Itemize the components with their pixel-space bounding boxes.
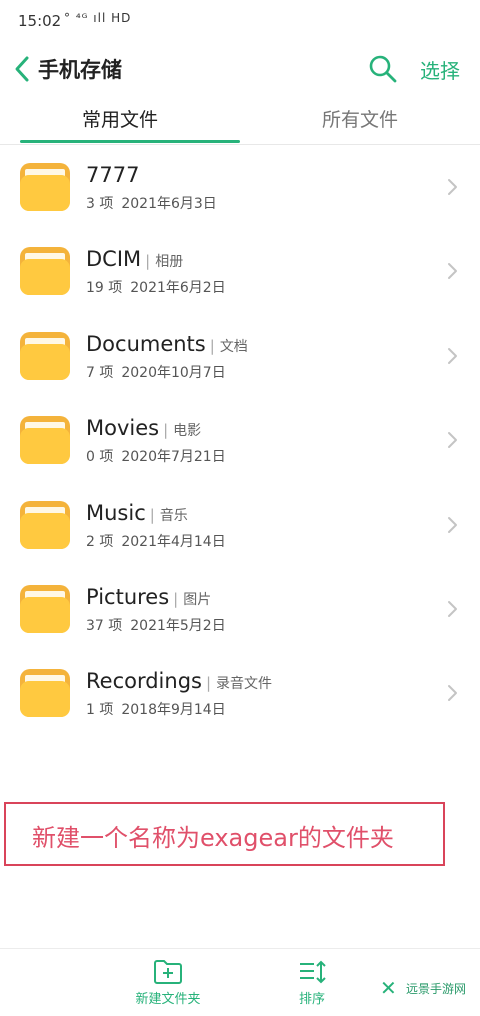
back-button[interactable] [10, 54, 36, 84]
folder-icon [20, 416, 70, 465]
folder-meta: 19 项 2021年6月2日 [86, 277, 226, 297]
chevron-right-icon [448, 347, 457, 364]
folder-item-7777[interactable]: 7777 3 项 2021年6月3日 [0, 145, 480, 229]
folder-icon [20, 247, 70, 296]
modified-date: 2021年5月2日 [130, 617, 226, 634]
folder-meta: 7 项 2020年10月7日 [86, 362, 226, 382]
folder-meta: 1 项 2018年9月14日 [86, 699, 226, 719]
watermark-x-icon: ✕ [380, 976, 397, 1000]
modified-date: 2021年6月3日 [121, 196, 217, 212]
sort-icon [300, 960, 326, 984]
folder-name: Movies | 电影 [86, 416, 202, 441]
folder-name: Documents | 文档 [86, 331, 248, 356]
folder-icon [20, 669, 70, 718]
folder-item-recordings[interactable]: Recordings | 录音文件 1 项 2018年9月14日 [0, 651, 480, 735]
item-count: 2 项 [86, 533, 114, 550]
item-count: 37 项 [86, 617, 123, 634]
tab-active-indicator [20, 140, 240, 143]
folder-subtitle: 文档 [219, 338, 248, 355]
chevron-right-icon [448, 685, 457, 702]
watermark-text: 远景手游网 [406, 982, 467, 996]
instruction-annotation: 新建一个名称为exagear的文件夹 [4, 802, 445, 866]
page-title: 手机存储 [38, 58, 122, 82]
folder-subtitle: 录音文件 [216, 676, 273, 693]
modified-date: 2020年7月21日 [121, 449, 226, 466]
search-button[interactable] [366, 52, 400, 86]
app-header: 手机存储 选择 [0, 44, 480, 94]
folder-meta: 3 项 2021年6月3日 [86, 193, 217, 213]
annotation-text: 新建一个名称为exagear的文件夹 [32, 824, 394, 852]
chevron-right-icon [448, 432, 457, 449]
back-arrow-icon [15, 56, 29, 82]
item-count: 3 项 [86, 196, 114, 212]
modified-date: 2020年10月7日 [121, 364, 226, 381]
tab-bar: 常用文件 所有文件 [0, 100, 480, 145]
folder-item-movies[interactable]: Movies | 电影 0 项 2020年7月21日 [0, 398, 480, 482]
folder-item-documents[interactable]: Documents | 文档 7 项 2020年10月7日 [0, 314, 480, 398]
item-count: 19 项 [86, 280, 123, 297]
item-count: 1 项 [86, 702, 114, 719]
folder-subtitle: 电影 [173, 423, 202, 440]
folder-subtitle: 音乐 [159, 507, 188, 524]
folder-list: 7777 3 项 2021年6月3日 DCIM | 相册 19 项 2021年6月2日 … [0, 145, 480, 736]
modified-date: 2021年4月14日 [121, 533, 226, 550]
folder-meta: 2 项 2021年4月14日 [86, 531, 226, 551]
folder-meta: 0 项 2020年7月21日 [86, 446, 226, 466]
tab-common-files[interactable]: 常用文件 [0, 100, 240, 144]
status-time: 15:02 [18, 12, 62, 30]
chevron-right-icon [448, 263, 457, 280]
folder-name: Pictures | 图片 [86, 584, 212, 609]
folder-name: Recordings | 录音文件 [86, 669, 273, 694]
folder-subtitle: 相册 [155, 254, 184, 271]
folder-icon [20, 331, 70, 380]
chevron-right-icon [448, 179, 457, 195]
folder-name: 7777 [86, 163, 140, 187]
folder-icon [20, 163, 70, 211]
folder-icon [20, 584, 70, 633]
chevron-right-icon [448, 516, 457, 533]
folder-item-music[interactable]: Music | 音乐 2 项 2021年4月14日 [0, 483, 480, 567]
folder-icon [20, 500, 70, 549]
folder-meta: 37 项 2021年5月2日 [86, 615, 226, 635]
item-count: 0 项 [86, 449, 114, 466]
item-count: 7 项 [86, 364, 114, 381]
chevron-right-icon [448, 600, 457, 617]
search-icon [369, 55, 397, 83]
tab-all-files[interactable]: 所有文件 [240, 100, 480, 144]
status-bar: 15:02 ° ⁴ᴳ ıll HD [0, 0, 480, 40]
select-button[interactable]: 选择 [420, 55, 460, 84]
watermark-logo: ✕ 远景手游网 [380, 976, 476, 1002]
folder-subtitle: 图片 [183, 591, 212, 608]
new-folder-label: 新建文件夹 [135, 992, 201, 1007]
modified-date: 2018年9月14日 [121, 702, 226, 719]
folder-item-pictures[interactable]: Pictures | 图片 37 项 2021年5月2日 [0, 567, 480, 651]
folder-name: Music | 音乐 [86, 500, 188, 525]
folder-name: DCIM | 相册 [86, 247, 184, 272]
new-folder-button[interactable]: 新建文件夹 [118, 949, 218, 1016]
new-folder-icon [154, 960, 182, 984]
modified-date: 2021年6月2日 [130, 280, 226, 297]
folder-item-dcim[interactable]: DCIM | 相册 19 项 2021年6月2日 [0, 229, 480, 313]
status-indicators: ° ⁴ᴳ ıll HD [64, 11, 132, 25]
sort-button[interactable]: 排序 [272, 949, 352, 1016]
sort-label: 排序 [298, 992, 325, 1007]
